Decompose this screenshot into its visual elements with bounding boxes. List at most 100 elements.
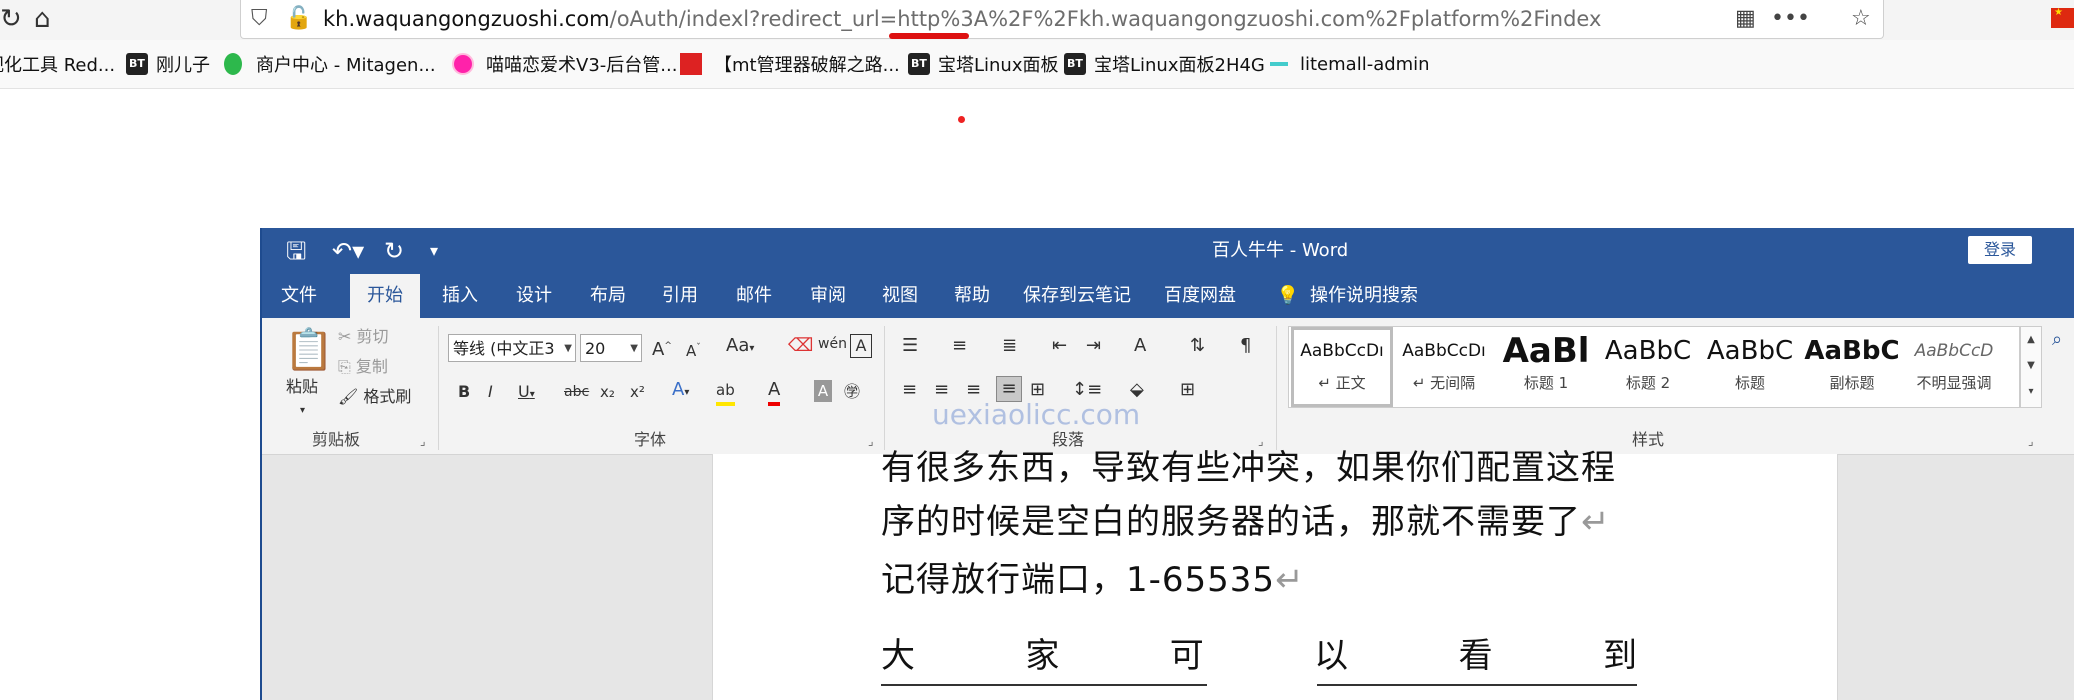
- bookmark-item[interactable]: 视化工具 Red...: [0, 50, 115, 78]
- red-square-icon: [680, 53, 702, 75]
- address-bar[interactable]: ⛉ 🔓 kh.waquangongzuoshi.com/oAuth/indexl…: [240, 0, 2074, 39]
- tab-mailings[interactable]: 邮件: [724, 274, 784, 318]
- undo-icon[interactable]: ↶▾: [332, 236, 364, 266]
- bookmark-item[interactable]: BT 宝塔Linux面板2H4G: [1064, 50, 1265, 78]
- pink-dot-icon: [452, 53, 474, 75]
- paragraph-mark: ↵: [1581, 502, 1611, 542]
- clear-formatting-icon[interactable]: ⌫: [788, 334, 813, 358]
- change-case-button[interactable]: Aa▾: [726, 334, 754, 361]
- more-icon[interactable]: •••: [1771, 6, 1810, 32]
- dialog-launcher-icon[interactable]: ⌟: [2028, 434, 2034, 448]
- paste-button[interactable]: 粘贴: [286, 376, 318, 398]
- style-heading-2[interactable]: AaBbC 标题 2: [1597, 327, 1699, 407]
- cut-button[interactable]: ✂ 剪切: [338, 326, 389, 348]
- spread-char: 看: [1458, 636, 1493, 676]
- redo-icon[interactable]: ↻: [384, 236, 404, 266]
- font-group-label: 字体: [634, 430, 667, 449]
- customize-qat-icon[interactable]: ▾: [430, 236, 438, 266]
- url-path: /oAuth/indexl?redirect_url=http%3A%2F%2F…: [609, 7, 1602, 31]
- dialog-launcher-icon[interactable]: ⌟: [1258, 434, 1264, 448]
- style-no-spacing[interactable]: AaBbCcDı ↵ 无间隔: [1393, 327, 1495, 407]
- align-left-icon[interactable]: ≡: [902, 378, 917, 402]
- login-button[interactable]: 登录: [1968, 236, 2032, 264]
- save-icon[interactable]: 🖫: [286, 236, 306, 266]
- font-color-icon[interactable]: A: [768, 378, 781, 406]
- highlight-icon[interactable]: ab: [716, 378, 735, 406]
- tab-view[interactable]: 视图: [870, 274, 930, 318]
- tab-home[interactable]: 开始: [350, 274, 420, 318]
- lightbulb-icon[interactable]: 💡: [1268, 274, 1308, 318]
- star-icon[interactable]: ☆: [1851, 6, 1871, 32]
- tab-save-cloud-note[interactable]: 保存到云笔记: [1016, 274, 1138, 318]
- qr-code-icon[interactable]: ▦: [1735, 6, 1756, 32]
- document-line-text: 记得放行端口，1-65535: [881, 560, 1276, 600]
- show-marks-icon[interactable]: ¶: [1240, 334, 1251, 358]
- tab-insert[interactable]: 插入: [430, 274, 490, 318]
- style-heading-1[interactable]: AaBl 标题 1: [1495, 327, 1597, 407]
- numbering-icon[interactable]: ≡: [952, 334, 967, 358]
- tab-layout[interactable]: 布局: [578, 274, 638, 318]
- bookmark-item[interactable]: BT 宝塔Linux面板: [908, 50, 1059, 78]
- style-subtle-emphasis[interactable]: AaBbCcD 不明显强调: [1903, 327, 2005, 407]
- dialog-launcher-icon[interactable]: ⌟: [420, 434, 426, 448]
- character-border-icon[interactable]: A: [850, 334, 872, 358]
- bookmark-item[interactable]: 喵喵恋爱术V3-后台管...: [452, 50, 677, 78]
- dialog-launcher-icon[interactable]: ⌟: [868, 434, 874, 448]
- grow-font-icon[interactable]: A^: [652, 334, 672, 362]
- underline-rule: [1317, 684, 1637, 686]
- superscript-icon[interactable]: x²: [630, 380, 645, 404]
- tell-me-search[interactable]: 操作说明搜索: [1306, 274, 1422, 318]
- bookmark-item[interactable]: 商户中心 - Mitagen...: [224, 50, 436, 78]
- china-flag-icon[interactable]: [2051, 8, 2074, 28]
- character-shading-icon[interactable]: A: [814, 380, 832, 402]
- url-text[interactable]: kh.waquangongzuoshi.com/oAuth/indexl?red…: [323, 6, 1601, 32]
- italic-icon[interactable]: I: [488, 380, 493, 404]
- tab-baidu-netdisk[interactable]: 百度网盘: [1152, 274, 1248, 318]
- home-icon[interactable]: ⌂: [34, 4, 51, 34]
- shrink-font-icon[interactable]: Aˇ: [686, 336, 701, 363]
- bookmark-item[interactable]: 【mt管理器破解之路...: [680, 50, 900, 78]
- format-painter-button[interactable]: 🖌 格式刷: [338, 386, 411, 408]
- bt-logo-icon: BT: [1064, 53, 1086, 75]
- decrease-indent-icon[interactable]: ⇤: [1052, 334, 1067, 358]
- font-size-combo[interactable]: 20 ▼: [580, 334, 642, 362]
- paragraph-mark: ↵: [1275, 560, 1305, 600]
- find-icon[interactable]: ⌕: [2052, 328, 2062, 352]
- subscript-icon[interactable]: x₂: [600, 380, 615, 404]
- reload-icon[interactable]: ↻: [0, 4, 22, 34]
- copy-button[interactable]: ⎘ 复制: [338, 356, 388, 378]
- tab-review[interactable]: 审阅: [798, 274, 858, 318]
- text-effects-icon[interactable]: A▾: [672, 378, 689, 405]
- enclose-character-icon[interactable]: ㊫: [844, 380, 860, 404]
- multilevel-list-icon[interactable]: ≣: [1002, 334, 1017, 358]
- styles-scroll[interactable]: ▲ ▼ ▾: [2020, 326, 2042, 408]
- paste-dropdown-icon[interactable]: ▾: [300, 400, 305, 422]
- borders-icon[interactable]: ⊞: [1180, 378, 1195, 402]
- tab-design[interactable]: 设计: [504, 274, 564, 318]
- document-page[interactable]: 有很多东西，导致有些冲突，如果你们配置这程 序的时候是空白的服务器的话，那就不需…: [712, 448, 1838, 700]
- tab-help[interactable]: 帮助: [942, 274, 1002, 318]
- chinese-layout-icon[interactable]: A: [1134, 334, 1146, 358]
- bookmark-item[interactable]: litemall-admin: [1270, 50, 1430, 78]
- font-name-combo[interactable]: 等线 (中文正3 ▼: [448, 334, 576, 362]
- bookmark-item[interactable]: BT 刚儿子: [126, 50, 210, 78]
- style-subtitle[interactable]: AaBbC 副标题: [1801, 327, 1903, 407]
- increase-indent-icon[interactable]: ⇥: [1086, 334, 1101, 358]
- strikethrough-icon[interactable]: abc: [564, 380, 589, 404]
- paste-icon[interactable]: 📋: [284, 328, 334, 372]
- red-dot-annotation: [958, 116, 965, 123]
- tab-references[interactable]: 引用: [650, 274, 710, 318]
- word-window: 🖫 ↶▾ ↻ ▾ 百人牛牛 - Word 登录 文件 开始 插入 设计 布局 引…: [260, 228, 2074, 700]
- shield-icon[interactable]: ⛉: [251, 6, 268, 32]
- copy-label: 复制: [355, 357, 388, 376]
- phonetic-guide-icon[interactable]: wén: [818, 332, 847, 356]
- sort-icon[interactable]: ⇅: [1190, 334, 1205, 358]
- tab-file[interactable]: 文件: [274, 274, 324, 318]
- underline-icon[interactable]: U▾: [518, 380, 535, 407]
- insecure-lock-icon[interactable]: 🔓: [285, 6, 312, 32]
- style-normal[interactable]: AaBbCcDı ↵ 正文: [1291, 327, 1393, 407]
- bullets-icon[interactable]: ☰: [902, 334, 918, 358]
- bt-logo-icon: BT: [908, 53, 930, 75]
- style-title[interactable]: AaBbC 标题: [1699, 327, 1801, 407]
- bold-icon[interactable]: B: [458, 380, 470, 404]
